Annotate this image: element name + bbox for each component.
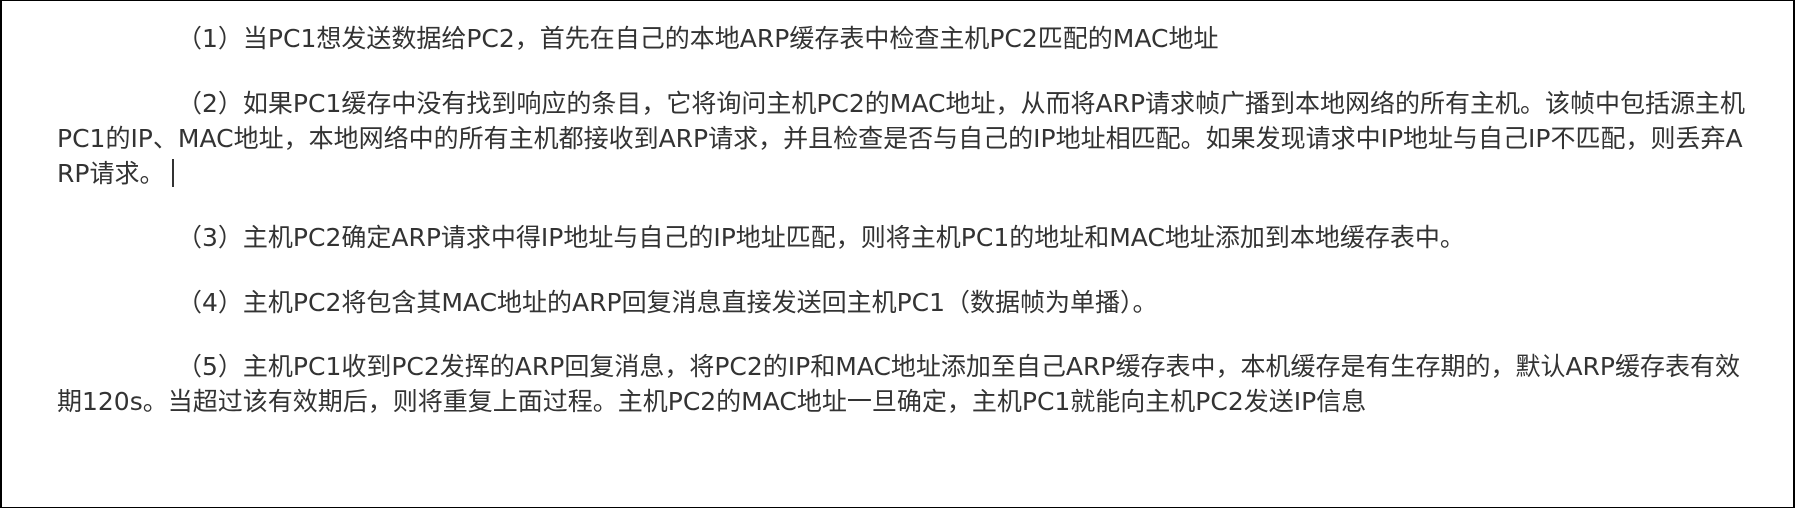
paragraph-5: （5）主机PC1收到PC2发挥的ARP回复消息，将PC2的IP和MAC地址添加至… (57, 352, 1741, 416)
paragraph-2-text: （2）如果PC1缓存中没有找到响应的条目，它将询问主机PC2的MAC地址，从而将… (57, 89, 1746, 188)
text-cursor (172, 159, 175, 187)
paragraph-4: （4）主机PC2将包含其MAC地址的ARP回复消息直接发送回主机PC1（数据帧为… (177, 288, 1158, 317)
paragraph-1: （1）当PC1想发送数据给PC2，首先在自己的本地ARP缓存表中检查主机PC2匹… (177, 24, 1219, 53)
paragraph-2: （2）如果PC1缓存中没有找到响应的条目，它将询问主机PC2的MAC地址，从而将… (57, 86, 1757, 191)
paragraph-3: （3）主机PC2确定ARP请求中得IP地址与自己的IP地址匹配，则将主机PC1的… (177, 223, 1465, 252)
document-frame: （1）当PC1想发送数据给PC2，首先在自己的本地ARP缓存表中检查主机PC2匹… (0, 0, 1795, 508)
document-body[interactable]: （1）当PC1想发送数据给PC2，首先在自己的本地ARP缓存表中检查主机PC2匹… (57, 21, 1757, 419)
